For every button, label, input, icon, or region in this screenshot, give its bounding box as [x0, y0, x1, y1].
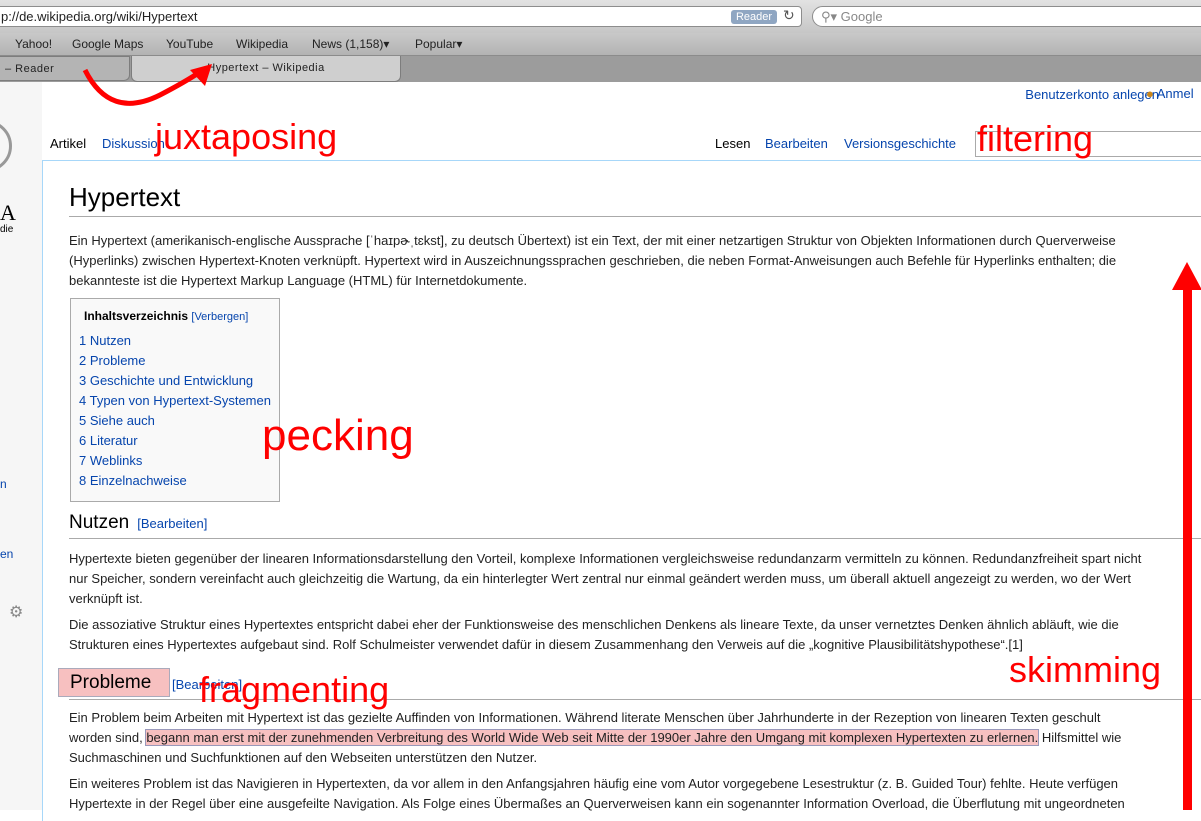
annotation-juxtaposing: juxtaposing — [155, 116, 338, 157]
annotation-fragmenting: fragmenting — [199, 669, 390, 710]
annotation-pecking: pecking — [262, 411, 414, 460]
curved-arrow — [82, 68, 202, 106]
scroll-arrow — [1183, 285, 1192, 810]
annotation-filtering: filtering — [977, 118, 1094, 159]
annotation-skimming: skimming — [1009, 649, 1162, 690]
arrow-head — [1172, 262, 1201, 290]
